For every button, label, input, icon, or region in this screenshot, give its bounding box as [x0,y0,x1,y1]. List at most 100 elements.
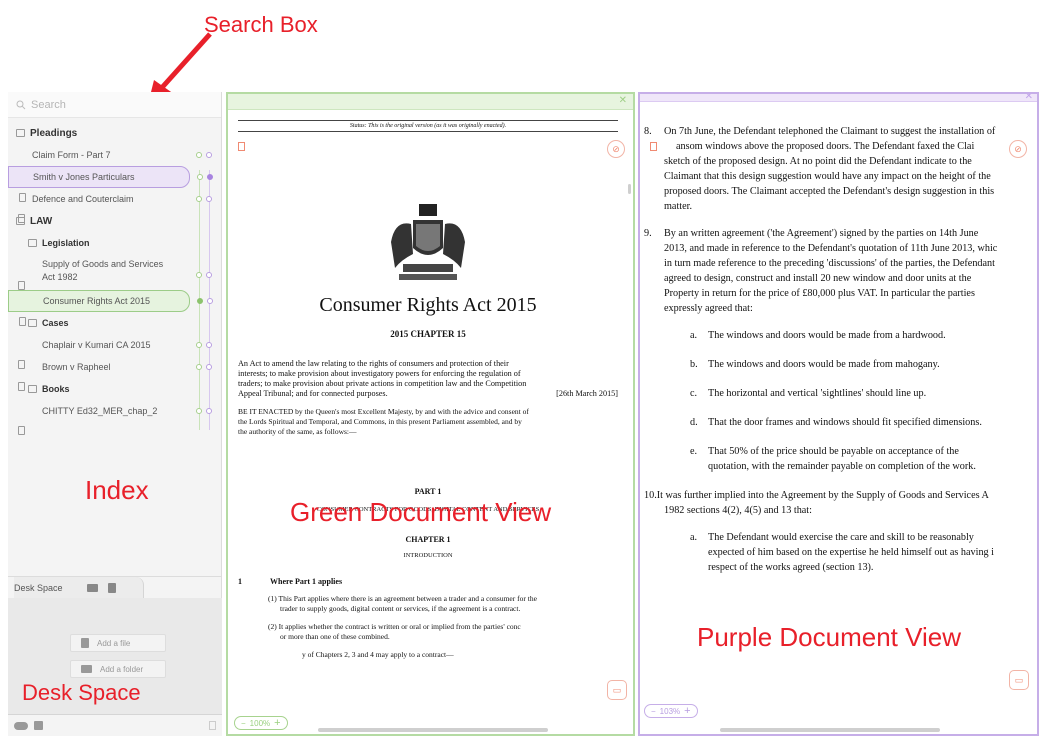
zoom-out-button[interactable]: − [651,707,656,716]
folder-legislation[interactable]: Legislation [8,232,221,254]
chapter-heading: CHAPTER 1 [405,535,451,544]
text-line: BE IT ENACTED by the Queen's most Excell… [238,407,529,416]
purple-dot[interactable] [206,408,212,414]
text-line: interests; to make provision about inves… [238,369,521,378]
link-dots [196,364,212,370]
add-folder-button[interactable]: Add a folder [70,660,166,678]
index-item-consumer-rights[interactable]: Consumer Rights Act 2015 [8,290,213,326]
green-dot[interactable] [196,408,202,414]
sub-item-e: e. That 50% of the price should be payabl… [644,444,1037,474]
add-file-button[interactable]: Add a file [70,634,166,652]
folder-books[interactable]: Books [8,378,221,400]
folder-law[interactable]: LAW [8,210,221,232]
folder-icon [28,239,37,247]
index-item-chitty[interactable]: CHITTY Ed32_MER_chap_2 [8,400,221,435]
index-item-defence[interactable]: Defence and Couterclaim [8,188,221,223]
index-item-smith-jones[interactable]: Smith v Jones Particulars [8,166,213,202]
folder-icon [16,217,25,225]
folder-label: LAW [30,215,53,227]
text-line: Claimant that this design suggestion wou… [664,171,991,182]
paragraph-9: 9. By an written agreement ('the Agreeme… [644,226,1037,316]
paragraph-10: 10.It was further implied into the Agree… [644,488,1037,518]
purple-dot[interactable] [206,272,212,278]
folder-icon [81,665,92,673]
search-box[interactable]: Search [8,92,221,118]
folder-label: Legislation [42,238,90,248]
green-document-content: Status: This is the original version (as… [238,120,618,660]
zoom-pill: − 103% + [644,704,698,718]
item-letter: d. [690,417,698,428]
purple-dot[interactable] [206,364,212,370]
trash-icon[interactable] [209,721,216,730]
zoom-out-button[interactable]: − [241,719,246,728]
text-line: expressly agreed that: [664,303,753,314]
horizontal-scrollbar[interactable] [318,728,548,732]
item-letter: e. [690,446,698,457]
comment-button[interactable]: ▭ [1009,670,1029,690]
sub-item-b: b. The windows and doors would be made fr… [644,357,1037,372]
item-text: The horizontal and vertical 'sightlines'… [708,388,927,399]
file-view-icon[interactable] [107,582,116,593]
folder-pleadings[interactable]: Pleadings [8,122,221,144]
zoom-in-button[interactable]: + [684,705,690,717]
enacting-formula: BE IT ENACTED by the Queen's most Excell… [238,407,618,437]
text-line: (2) It applies whether the contract is w… [268,622,521,631]
close-icon[interactable]: ✕ [619,95,627,106]
green-dot-active[interactable] [197,298,203,304]
text-line: agreed to design, construct and install … [664,273,972,284]
link-dots [197,174,213,180]
item-label: CHITTY Ed32_MER_chap_2 [42,406,158,416]
item-text: That the door frames and windows should … [708,417,982,428]
paragraph-8: 8. On 7th June, the Defendant telephoned… [644,124,1037,214]
desk-space-tab[interactable]: Desk Space [14,576,144,599]
folder-icon [28,385,37,393]
text-line: traders; to make provision about private… [238,379,527,388]
link-dots [196,342,212,348]
comment-button[interactable]: ▭ [607,680,627,700]
index-item-supply-goods[interactable]: Supply of Goods and Services Act 1982 [8,254,221,290]
index-item-claim-form[interactable]: Claim Form - Part 7 [8,144,221,179]
green-dot[interactable] [196,342,202,348]
green-dot[interactable] [197,174,203,180]
folder-cases[interactable]: Cases [8,312,221,334]
text-line: proposed doors. The Claimant accepted th… [664,186,995,197]
green-dot[interactable] [196,272,202,278]
purple-dot[interactable] [206,196,212,202]
horizontal-scrollbar[interactable] [720,728,940,732]
purple-dot[interactable] [206,342,212,348]
text-line-part: Appeal Tribunal; and for connected purpo… [238,389,388,398]
text-line: 1982 sections 4(2), 4(5) and 13 that: [664,505,812,516]
toggle-icon[interactable] [14,722,28,730]
purple-pane-header: ✕ [640,94,1037,102]
vertical-scrollbar[interactable] [628,184,631,194]
green-dot[interactable] [196,196,202,202]
item-letter: a. [690,532,698,543]
text-line: in turn made reference to the preceding … [664,258,995,269]
index-item-brown[interactable]: Brown v Rapheel [8,356,221,391]
folder-view-icon[interactable] [86,583,98,592]
purple-dot[interactable] [206,152,212,158]
purple-dot[interactable] [207,298,213,304]
zoom-in-button[interactable]: + [274,717,280,729]
green-dot[interactable] [196,152,202,158]
item-label: Smith v Jones Particulars [33,172,135,182]
text-line: respect of the works agreed (section 13)… [708,562,874,573]
purple-dot-active[interactable] [207,174,213,180]
part-heading: PART 1 [414,487,442,496]
paragraph-number: 8. [644,126,652,137]
green-dot[interactable] [196,364,202,370]
file-icon [81,638,89,648]
sub-item-d: d. That the door frames and windows shoul… [644,415,1037,430]
screen: Search Box Search Pleadings Claim Form -… [0,0,1039,736]
link-dots [197,298,213,304]
index-item-chaplair[interactable]: Chaplair v Kumari CA 2015 [8,334,221,369]
folder-icon [16,129,25,137]
sub-item-c: c. The horizontal and vertical 'sightline… [644,386,1037,401]
text-line: trader to supply goods, digital content … [280,604,521,613]
zoom-level: 103% [659,706,681,716]
print-icon[interactable] [34,721,43,730]
add-folder-label: Add a folder [100,664,144,674]
close-icon[interactable]: ✕ [1025,94,1033,102]
act-title: Consumer Rights Act 2015 [319,294,537,316]
text-line: Appeal Tribunal; and for connected purpo… [238,389,618,399]
